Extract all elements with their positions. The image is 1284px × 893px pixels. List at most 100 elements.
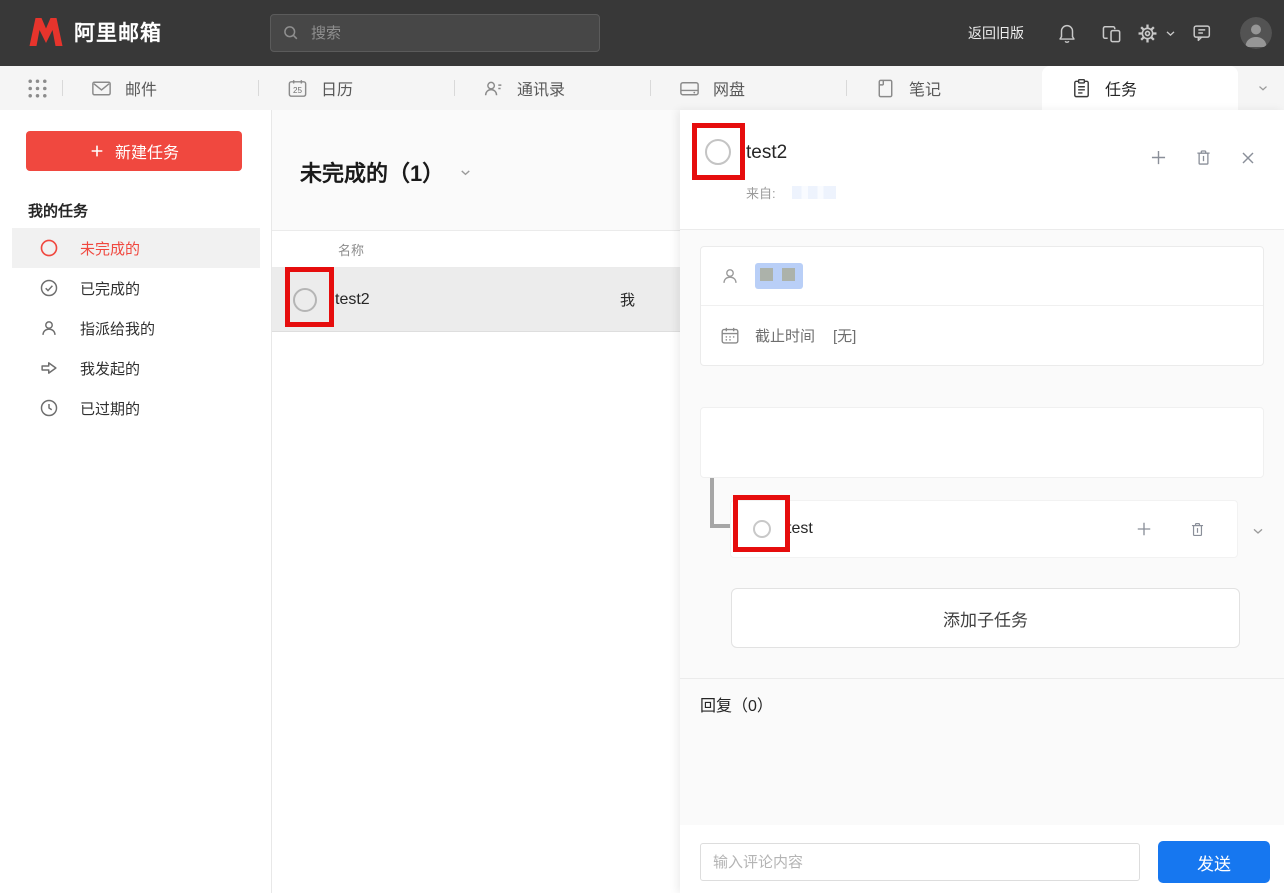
notifications-button[interactable] [1044,11,1089,55]
feedback-button[interactable] [1179,11,1224,55]
from-label: 来自: [746,186,776,201]
name-column-header: 名称 [338,242,365,258]
detail-complete-circle[interactable] [705,139,731,165]
plus-icon [1137,522,1151,536]
topbar: 阿里邮箱 返回旧版 [0,0,1284,66]
sidebar-items: 未完成的 已完成的 指派给我的 我发起的 已过期的 [12,228,260,428]
tab-contacts[interactable]: 通讯录 [454,66,650,110]
sidebar-item-expired[interactable]: 已过期的 [12,388,260,428]
calendar-icon [721,327,739,344]
deadline-value: [无] [833,328,857,345]
tab-label: 笔记 [909,82,942,99]
search-box[interactable] [270,14,600,52]
tasks-clipboard-icon [1070,77,1093,100]
close-icon [1242,151,1254,164]
detail-body: 截止时间 [无] test 添加子任务 回复（0） [680,230,1284,825]
tab-label: 任务 [1105,82,1138,99]
task-sidebar: 新建任务 我的任务 未完成的 已完成的 指派给我的 我发起的 已过期的 [0,110,272,893]
task-list-title: 未完成的（1） [300,161,445,186]
replies-label: 回复（0） [700,698,773,715]
deadline-label: 截止时间 [755,328,816,345]
sidebar-item-label: 已完成的 [80,280,141,298]
user-avatar[interactable] [1240,17,1272,49]
replies-divider [680,678,1284,679]
add-task-button[interactable] [1148,147,1169,168]
sidebar-item-initiated-by-me[interactable]: 我发起的 [12,348,260,388]
subtask-collapse-button[interactable] [1250,523,1266,539]
subtask-title: test [787,520,813,537]
tab-drive[interactable]: 网盘 [650,66,846,110]
task-description-box[interactable] [700,407,1264,478]
subtask-complete-circle[interactable] [753,520,771,538]
chat-icon [1191,22,1213,44]
send-button[interactable]: 发送 [1158,841,1270,883]
meta-card: 截止时间 [无] [700,246,1264,366]
subtask-row[interactable]: test [730,500,1238,558]
sidebar-item-label: 我发起的 [80,360,141,378]
avatar-person-icon [1240,17,1272,49]
gear-icon [1137,23,1158,44]
trash-icon [1197,150,1210,165]
deadline-row[interactable]: 截止时间 [无] [701,306,1263,365]
task-row-title: test2 [335,290,370,308]
sidebar-item-incomplete[interactable]: 未完成的 [12,228,260,268]
close-detail-button[interactable] [1238,147,1258,168]
envelope-icon [90,77,113,100]
tab-label: 日历 [321,82,354,99]
tabbar-collapse-button[interactable] [1256,81,1270,95]
alimail-m-logo-icon [28,16,64,48]
detail-header: test2 来自: [680,110,1284,230]
calendar-25-icon: 25 [286,77,309,100]
tab-tasks[interactable]: 任务 [1042,66,1238,110]
detail-task-title: test2 [746,142,788,163]
delete-task-button[interactable] [1193,147,1214,168]
search-input[interactable] [309,23,559,43]
svg-text:25: 25 [293,85,303,94]
assignee-tag-redacted [755,263,803,289]
new-task-button[interactable]: 新建任务 [26,131,242,171]
back-to-old-version-link[interactable]: 返回旧版 [968,23,1024,43]
brand-logo[interactable]: 阿里邮箱 [28,16,162,48]
task-list-title-group[interactable]: 未完成的（1） [300,156,473,188]
tab-label: 邮件 [125,82,158,99]
brand-name: 阿里邮箱 [74,22,162,45]
arrow-right-icon [38,357,60,379]
detail-from-row: 来自: [746,183,836,202]
task-complete-circle[interactable] [293,287,317,312]
tab-label: 网盘 [713,82,746,99]
tab-calendar[interactable]: 25 日历 [258,66,454,110]
add-subtask-button[interactable]: 添加子任务 [731,588,1240,648]
contacts-icon [482,77,505,100]
tab-notes[interactable]: 笔记 [846,66,1042,110]
circle-icon [38,237,60,259]
topbar-actions: 返回旧版 [968,0,1272,66]
apps-grid-button[interactable] [25,76,50,101]
drive-icon [678,77,701,100]
settings-button[interactable] [1134,11,1179,55]
app-tabs: 邮件 25 日历 通讯录 网盘 笔记 任务 [62,66,1238,110]
detail-actions [1148,147,1258,168]
app-tabbar: 邮件 25 日历 通讯录 网盘 笔记 任务 [0,66,1284,110]
sidebar-item-assigned-to-me[interactable]: 指派给我的 [12,308,260,348]
subtask-delete-button[interactable] [1188,520,1207,539]
clock-icon [38,397,60,419]
chevron-down-icon [1259,86,1267,91]
tab-mail[interactable]: 邮件 [62,66,258,110]
trash-icon [1191,522,1204,536]
from-value-redacted [791,186,836,199]
sidebar-section-title: 我的任务 [28,203,89,220]
multi-device-button[interactable] [1089,11,1134,55]
tab-label: 通讯录 [517,82,566,99]
subtask-connector-line [710,478,730,528]
search-icon [281,23,301,43]
bell-icon [1056,22,1078,44]
person-icon [38,317,60,339]
sidebar-item-completed[interactable]: 已完成的 [12,268,260,308]
notes-icon [874,77,897,100]
new-task-label: 新建任务 [114,145,179,162]
chevron-down-icon [1164,27,1177,40]
comment-input[interactable] [700,843,1140,881]
assignee-row[interactable] [701,247,1263,306]
sidebar-item-label: 已过期的 [80,400,141,418]
subtask-add-button[interactable] [1134,519,1154,539]
